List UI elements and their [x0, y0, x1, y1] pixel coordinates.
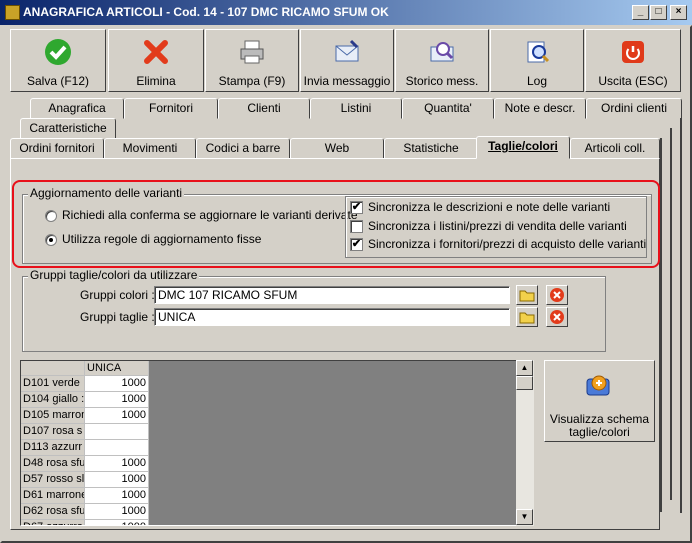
- grid-cell[interactable]: 1000: [85, 520, 149, 525]
- grid-cell[interactable]: [85, 440, 149, 456]
- app-icon: [5, 5, 20, 20]
- tab-web[interactable]: Web: [290, 138, 384, 159]
- grid-column-header: UNICA: [85, 361, 149, 376]
- tab-fornitori[interactable]: Fornitori: [124, 98, 218, 119]
- tab-listini[interactable]: Listini: [310, 98, 402, 119]
- tab-clienti[interactable]: Clienti: [218, 98, 310, 119]
- grid-cell[interactable]: 1000: [85, 488, 149, 504]
- clear-x-icon: [550, 288, 564, 302]
- power-icon: [622, 41, 644, 63]
- minimize-button[interactable]: _: [632, 5, 649, 20]
- grid-cell[interactable]: 1000: [85, 392, 149, 408]
- envelope-search-icon: [430, 42, 454, 62]
- grid-row-label: D61 marrone: [21, 488, 85, 504]
- view-schema-line2: taglie/colori: [569, 425, 630, 439]
- grid-cell[interactable]: 1000: [85, 456, 149, 472]
- window-title: ANAGRAFICA ARTICOLI - Cod. 14 - 107 DMC …: [23, 5, 389, 19]
- grid-cell[interactable]: 1000: [85, 472, 149, 488]
- tab-codici-a-barre[interactable]: Codici a barre: [196, 138, 290, 159]
- checkmark-icon: [45, 39, 71, 65]
- sizes-group-field[interactable]: UNICA: [154, 308, 510, 326]
- tab-articoli-coll[interactable]: Articoli coll.: [570, 138, 660, 159]
- send-message-button[interactable]: Invia messaggio: [300, 29, 394, 92]
- panel-edge: [680, 118, 682, 513]
- scroll-up-button[interactable]: ▲: [516, 360, 533, 376]
- delete-label: Elimina: [136, 74, 176, 88]
- printer-icon: [240, 40, 264, 64]
- log-search-icon: [527, 41, 550, 63]
- grid-corner: [21, 361, 85, 376]
- send-message-label: Invia messaggio: [303, 74, 391, 88]
- exit-button[interactable]: Uscita (ESC): [585, 29, 681, 92]
- grid-cell[interactable]: 1000: [85, 376, 149, 392]
- groups-section-title: Gruppi taglie/colori da utilizzare: [28, 268, 200, 282]
- envelope-pen-icon: [335, 39, 359, 62]
- grid-row-label: D62 rosa sfu: [21, 504, 85, 520]
- panel-edge: [660, 138, 662, 512]
- tab-note-descr[interactable]: Note e descr.: [494, 98, 586, 119]
- sizes-browse-button[interactable]: [516, 307, 538, 327]
- grid-cell[interactable]: [85, 424, 149, 440]
- grid-row-label: D113 azzurr: [21, 440, 85, 456]
- tab-ordini-clienti[interactable]: Ordini clienti: [586, 98, 682, 119]
- tab-ordini-fornitori[interactable]: Ordini fornitori: [10, 138, 104, 159]
- sizes-clear-button[interactable]: [546, 307, 568, 327]
- schema-icon: [586, 375, 610, 396]
- tab-movimenti[interactable]: Movimenti: [104, 138, 196, 159]
- save-button[interactable]: Salva (F12): [10, 29, 106, 92]
- grid-scrollbar[interactable]: ▲ ▼: [516, 360, 534, 526]
- delete-button[interactable]: Elimina: [108, 29, 204, 92]
- log-button[interactable]: Log: [490, 29, 584, 92]
- save-label: Salva (F12): [26, 74, 90, 88]
- variants-grid[interactable]: UNICA D101 verde 1000 D104 giallo :1000 D10…: [20, 360, 534, 526]
- tab-statistiche[interactable]: Statistiche: [384, 138, 478, 159]
- grid-row-label: D67 azzurro: [21, 520, 85, 525]
- delete-x-icon: [144, 40, 168, 64]
- grid-row-label: D104 giallo :: [21, 392, 85, 408]
- colors-group-label: Gruppi colori :: [80, 288, 155, 302]
- colors-browse-button[interactable]: [516, 285, 538, 305]
- tab-quantita[interactable]: Quantita': [402, 98, 494, 119]
- print-label: Stampa (F9): [218, 74, 286, 88]
- colors-clear-button[interactable]: [546, 285, 568, 305]
- maximize-button[interactable]: □: [650, 5, 667, 20]
- exit-label: Uscita (ESC): [598, 74, 668, 88]
- sizes-group-label: Gruppi taglie :: [80, 310, 155, 324]
- grid-row-label: D57 rosso sl: [21, 472, 85, 488]
- grid-row-label: D105 marron: [21, 408, 85, 424]
- message-history-label: Storico mess.: [405, 74, 479, 88]
- message-history-button[interactable]: Storico mess.: [395, 29, 489, 92]
- close-window-button[interactable]: ×: [670, 5, 687, 20]
- grid-cell[interactable]: 1000: [85, 408, 149, 424]
- grid-row-label: D101 verde: [21, 376, 85, 392]
- highlight-box: [12, 180, 660, 268]
- folder-icon: [519, 290, 535, 302]
- clear-x-icon: [550, 310, 564, 324]
- tab-anagrafica[interactable]: Anagrafica: [30, 98, 124, 119]
- tab-taglie-colori[interactable]: Taglie/colori: [476, 136, 570, 159]
- view-schema-button[interactable]: Visualizza schema taglie/colori: [544, 360, 655, 442]
- panel-edge: [670, 128, 672, 500]
- tab-caratteristiche[interactable]: Caratteristiche: [20, 118, 116, 139]
- print-button[interactable]: Stampa (F9): [205, 29, 299, 92]
- scroll-thumb[interactable]: [516, 376, 533, 390]
- grid-row-label: D107 rosa s: [21, 424, 85, 440]
- colors-group-field[interactable]: DMC 107 RICAMO SFUM: [154, 286, 510, 304]
- scroll-down-button[interactable]: ▼: [516, 509, 533, 525]
- log-label: Log: [526, 74, 548, 88]
- grid-row-label: D48 rosa sfu: [21, 456, 85, 472]
- folder-icon: [519, 312, 535, 324]
- grid-cell[interactable]: 1000: [85, 504, 149, 520]
